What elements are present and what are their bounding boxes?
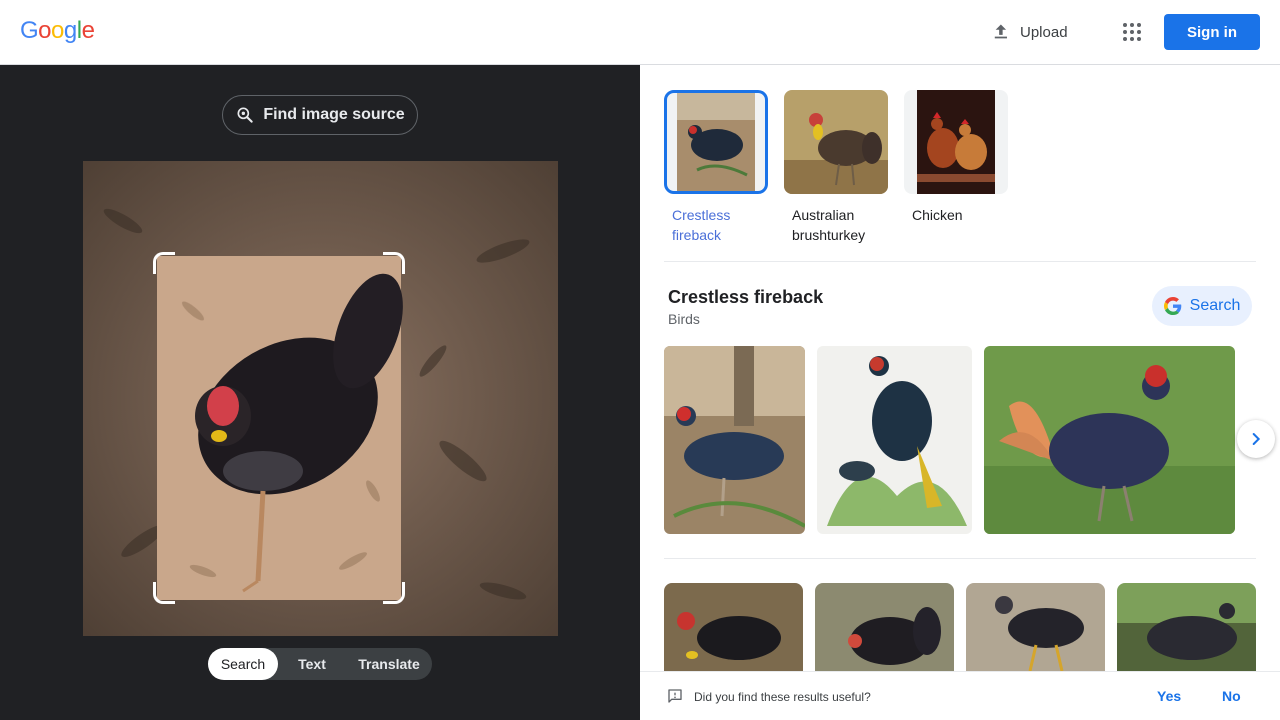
logo-letter: o bbox=[38, 17, 52, 44]
chip-label: Australian brushturkey bbox=[792, 207, 866, 243]
find-image-source-button[interactable]: Find image source bbox=[222, 95, 418, 135]
fireback-illustration bbox=[817, 346, 972, 534]
sign-in-button[interactable]: Sign in bbox=[1164, 14, 1260, 50]
apps-grid-icon bbox=[1123, 23, 1141, 41]
result-thumbnail[interactable] bbox=[815, 583, 954, 675]
gallery-image[interactable] bbox=[817, 346, 972, 534]
google-g-icon bbox=[1163, 297, 1181, 315]
lens-image-panel: Find image source Search Text Translate bbox=[0, 65, 640, 720]
upload-label: Upload bbox=[1020, 23, 1068, 41]
lens-mode-tabs: Search Text Translate bbox=[208, 648, 432, 680]
chip-thumbnail bbox=[784, 90, 888, 194]
find-image-source-label: Find image source bbox=[263, 106, 405, 123]
chicken-thumbnail bbox=[917, 90, 995, 194]
google-logo[interactable]: Google bbox=[20, 17, 95, 45]
upload-button[interactable]: Upload bbox=[990, 18, 1068, 46]
gallery-image[interactable] bbox=[664, 346, 805, 534]
feedback-no-button[interactable]: No bbox=[1222, 688, 1241, 704]
chip-australian-brushturkey[interactable]: Australian brushturkey bbox=[784, 90, 888, 245]
logo-letter: g bbox=[63, 17, 77, 44]
crop-selection[interactable] bbox=[153, 252, 405, 604]
crop-handle-top-left[interactable] bbox=[153, 252, 175, 274]
chip-thumbnail bbox=[904, 90, 1008, 194]
brushturkey-result-2 bbox=[815, 583, 954, 675]
crop-handle-bottom-right[interactable] bbox=[383, 582, 405, 604]
fireback-photo-1 bbox=[664, 346, 805, 534]
entity-subtitle: Birds bbox=[668, 311, 700, 327]
crop-handle-top-right[interactable] bbox=[383, 252, 405, 274]
brushturkey-result-1 bbox=[664, 583, 803, 675]
uploaded-image bbox=[83, 161, 558, 636]
chip-thumbnail bbox=[664, 90, 768, 194]
chip-label: Crestless fireback bbox=[672, 207, 731, 243]
brushturkey-result-4 bbox=[1117, 583, 1256, 675]
brushturkey-thumbnail bbox=[784, 90, 888, 194]
tab-translate[interactable]: Translate bbox=[346, 648, 432, 680]
logo-letter: G bbox=[20, 17, 39, 44]
chip-crestless-fireback[interactable]: Crestless fireback bbox=[664, 90, 768, 245]
apps-grid-button[interactable] bbox=[1120, 20, 1144, 44]
chip-label: Chicken bbox=[912, 207, 963, 223]
entity-title[interactable]: Crestless fireback bbox=[668, 287, 823, 308]
entity-search-button[interactable]: Search bbox=[1152, 286, 1252, 326]
upload-icon bbox=[994, 24, 1007, 39]
tab-text[interactable]: Text bbox=[278, 648, 346, 680]
feedback-yes-button[interactable]: Yes bbox=[1157, 688, 1181, 704]
lens-search-icon bbox=[237, 107, 254, 123]
result-thumbnail[interactable] bbox=[1117, 583, 1256, 675]
entity-search-label: Search bbox=[1189, 297, 1241, 314]
fireback-photo-2 bbox=[984, 346, 1235, 534]
feedback-bar: Did you find these results useful? Yes N… bbox=[640, 671, 1280, 720]
feedback-question: Did you find these results useful? bbox=[694, 690, 871, 704]
logo-letter: e bbox=[81, 17, 95, 44]
result-thumbnail[interactable] bbox=[664, 583, 803, 675]
gallery-image[interactable] bbox=[984, 346, 1235, 534]
brushturkey-result-3 bbox=[966, 583, 1105, 675]
chevron-right-icon bbox=[1252, 433, 1261, 445]
result-thumbnail[interactable] bbox=[966, 583, 1105, 675]
divider bbox=[664, 261, 1256, 262]
header: Google Upload Sign in bbox=[0, 0, 1280, 65]
results-panel: Crestless fireback Australian brushturke… bbox=[640, 65, 1280, 720]
feedback-icon bbox=[668, 689, 682, 703]
logo-letter: o bbox=[51, 17, 64, 44]
crop-handle-bottom-left[interactable] bbox=[153, 582, 175, 604]
divider bbox=[664, 558, 1256, 559]
entity-chips: Crestless fireback Australian brushturke… bbox=[664, 90, 1008, 245]
tab-search[interactable]: Search bbox=[208, 648, 278, 680]
crestless-fireback-thumbnail bbox=[677, 93, 755, 191]
chip-chicken[interactable]: Chicken bbox=[904, 90, 1008, 245]
next-images-button[interactable] bbox=[1237, 420, 1275, 458]
